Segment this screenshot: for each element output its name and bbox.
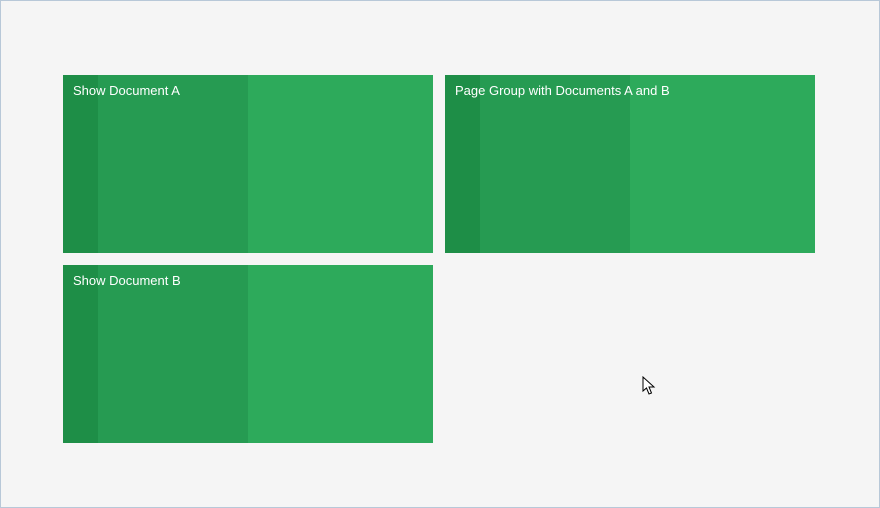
tile-band	[98, 75, 248, 253]
tile-page-group-documents-a-b[interactable]: Page Group with Documents A and B	[445, 75, 815, 253]
tile-show-document-b[interactable]: Show Document B	[63, 265, 433, 443]
tile-show-document-a[interactable]: Show Document A	[63, 75, 433, 253]
tile-band	[630, 75, 815, 253]
tile-band	[98, 265, 248, 443]
tile-label: Page Group with Documents A and B	[455, 83, 670, 98]
tile-label: Show Document A	[73, 83, 180, 98]
tile-band	[445, 75, 480, 253]
tile-band	[63, 75, 98, 253]
tile-container: Show Document A Page Group with Document…	[63, 75, 815, 443]
tile-band	[63, 265, 98, 443]
tile-label: Show Document B	[73, 273, 181, 288]
tile-band	[480, 75, 630, 253]
tile-band	[248, 75, 433, 253]
tile-band	[248, 265, 433, 443]
